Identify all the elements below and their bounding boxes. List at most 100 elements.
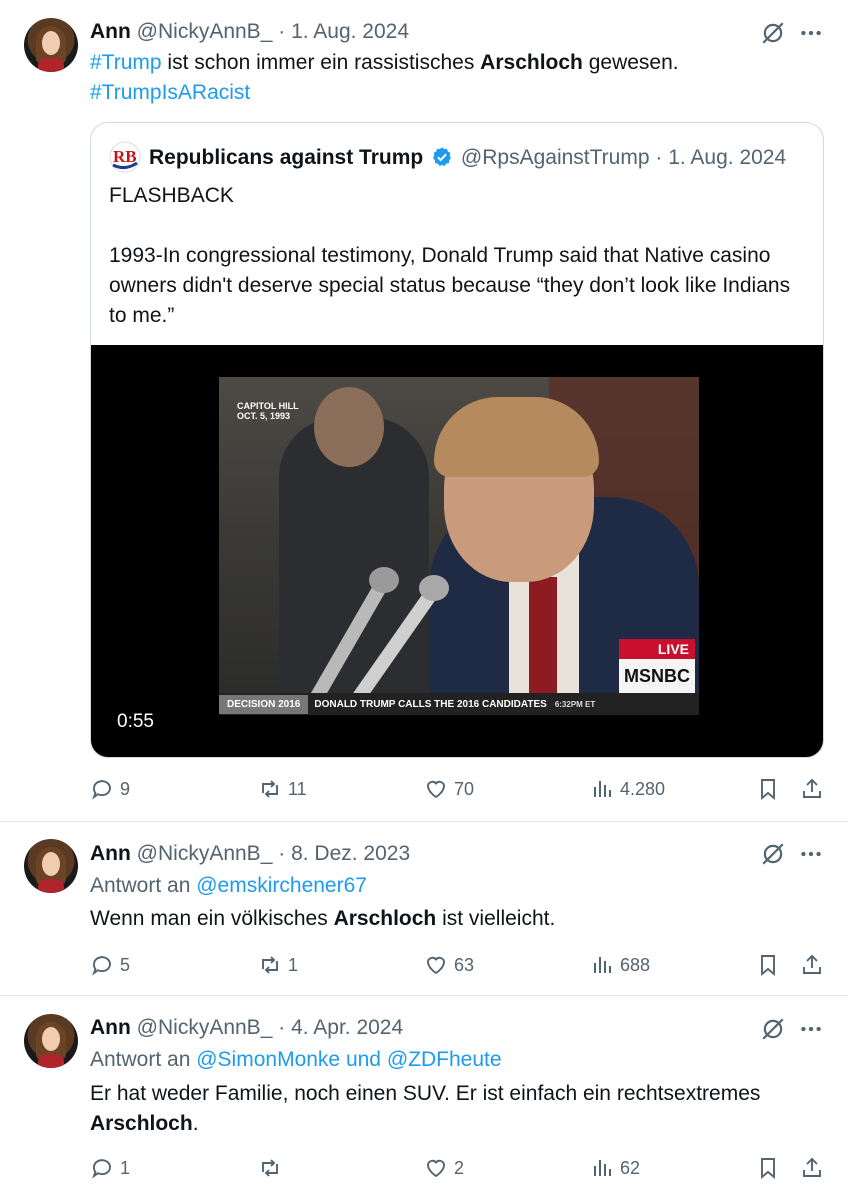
share-button[interactable]: [800, 950, 824, 980]
svg-text:RB: RB: [113, 147, 137, 166]
more-options-icon[interactable]: [798, 20, 824, 46]
like-button[interactable]: 2: [424, 1153, 464, 1183]
views-icon: [594, 957, 611, 973]
quoted-avatar[interactable]: RB: [109, 141, 141, 173]
bookmark-icon: [761, 779, 775, 801]
author-handle[interactable]: @NickyAnnB_: [137, 1016, 273, 1039]
video-duration: 0:55: [109, 709, 162, 735]
repost-icon: [262, 1159, 278, 1177]
ticker-time: 6:32PM ET: [554, 699, 596, 709]
heart-icon: [427, 780, 445, 799]
grok-icon[interactable]: [760, 1016, 786, 1042]
separator: ·: [278, 20, 286, 43]
quoted-author-name[interactable]: Republicans against Trump: [149, 146, 423, 169]
hashtag[interactable]: #TrumpIsARacist: [90, 81, 250, 104]
bookmark-button[interactable]: [756, 774, 780, 804]
bookmark-button[interactable]: [756, 950, 780, 980]
like-count: 63: [454, 954, 475, 975]
tweet-header: Ann @NickyAnnB_ · 8. Dez. 2023: [90, 841, 410, 867]
repost-button[interactable]: [258, 1153, 288, 1183]
tweet-date[interactable]: 8. Dez. 2023: [291, 842, 410, 865]
views-count: 62: [620, 1157, 641, 1178]
tweet-date[interactable]: 1. Aug. 2024: [291, 20, 409, 43]
reply-icon: [92, 780, 111, 800]
quoted-text-line: 1993-In congressional testimony, Donald …: [109, 244, 791, 327]
video-player[interactable]: CAPITOL HILL OCT. 5, 1993 LIVE MSNBC DEC…: [91, 345, 823, 757]
reply-and: und: [340, 1048, 387, 1071]
separator: ·: [655, 146, 663, 169]
avatar[interactable]: [24, 839, 78, 893]
views-icon: [594, 781, 611, 797]
reply-to-handle[interactable]: @ZDFheute: [387, 1048, 502, 1071]
more-options-icon[interactable]: [798, 841, 824, 867]
network-logo: MSNBC: [619, 659, 695, 693]
reply-button[interactable]: 9: [90, 774, 130, 804]
views-button[interactable]: 4.280: [590, 774, 665, 804]
text-segment: ist vielleicht.: [436, 907, 556, 930]
quoted-tweet[interactable]: RB Republicans against Trump @RpsAgainst…: [90, 122, 824, 758]
quoted-handle[interactable]: @RpsAgainstTrump: [461, 146, 650, 169]
ticker-label: DECISION 2016: [219, 694, 309, 714]
reply-to-handle[interactable]: @emskirchener67: [196, 874, 367, 897]
reply-prefix: Antwort an: [90, 1048, 197, 1071]
author-handle[interactable]: @NickyAnnB_: [137, 20, 273, 43]
tweet-header: Ann @NickyAnnB_ · 1. Aug. 2024: [90, 19, 409, 45]
video-frame: CAPITOL HILL OCT. 5, 1993 LIVE MSNBC DEC…: [219, 377, 699, 715]
repost-count: 11: [288, 778, 307, 799]
repost-icon: [262, 956, 278, 974]
tweet-1[interactable]: Ann @NickyAnnB_ · 1. Aug. 2024 #Trump is…: [0, 0, 848, 822]
more-options-icon[interactable]: [798, 1016, 824, 1042]
text-segment: .: [192, 1112, 199, 1135]
reply-icon: [92, 956, 111, 976]
share-icon: [803, 1157, 821, 1177]
reply-prefix: Antwort an: [90, 874, 197, 897]
tweet-3[interactable]: Ann @NickyAnnB_ · 4. Apr. 2024 Antwort a…: [0, 997, 848, 1200]
bookmark-button[interactable]: [756, 1153, 780, 1183]
author-name[interactable]: Ann: [90, 20, 131, 43]
text-bold: Arschloch: [480, 51, 583, 74]
tweet-text: #Trump ist schon immer ein rassistisches…: [90, 48, 820, 108]
grok-icon[interactable]: [760, 20, 786, 46]
separator: ·: [278, 1016, 286, 1039]
reply-icon: [92, 1159, 111, 1179]
video-location-overlay: CAPITOL HILL OCT. 5, 1993: [237, 401, 299, 421]
reply-count: 1: [120, 1157, 131, 1178]
author-handle[interactable]: @NickyAnnB_: [137, 842, 273, 865]
reply-button[interactable]: 1: [90, 1153, 130, 1183]
reply-to-handle[interactable]: @SimonMonke: [196, 1048, 340, 1071]
avatar[interactable]: [24, 1014, 78, 1068]
author-name[interactable]: Ann: [90, 842, 131, 865]
like-button[interactable]: 63: [424, 950, 474, 980]
views-count: 688: [620, 954, 651, 975]
grok-icon[interactable]: [760, 841, 786, 867]
share-icon: [803, 954, 821, 974]
reply-button[interactable]: 5: [90, 950, 130, 980]
views-count: 4.280: [620, 778, 666, 799]
text-segment: Er hat weder Familie, noch einen SUV. Er…: [90, 1082, 761, 1105]
text-bold: Arschloch: [90, 1112, 193, 1135]
text-bold: Arschloch: [333, 907, 437, 930]
heart-icon: [427, 956, 445, 975]
repost-icon: [262, 780, 278, 798]
views-button[interactable]: 688: [590, 950, 650, 980]
repost-button[interactable]: 11: [258, 774, 307, 804]
share-button[interactable]: [800, 1153, 824, 1183]
author-name[interactable]: Ann: [90, 1016, 131, 1039]
views-icon: [594, 1160, 611, 1176]
hashtag[interactable]: #Trump: [90, 51, 162, 74]
tweet-text: Er hat weder Familie, noch einen SUV. Er…: [90, 1079, 820, 1139]
repost-button[interactable]: 1: [258, 950, 298, 980]
like-count: 2: [454, 1157, 465, 1178]
like-button[interactable]: 70: [424, 774, 474, 804]
quoted-text-line: FLASHBACK: [109, 184, 234, 207]
reply-count: 5: [120, 954, 131, 975]
views-button[interactable]: 62: [590, 1153, 640, 1183]
tweet-text: Wenn man ein völkisches Arschloch ist vi…: [90, 904, 820, 934]
tweet-2[interactable]: Ann @NickyAnnB_ · 8. Dez. 2023 Antwort a…: [0, 823, 848, 996]
tweet-date[interactable]: 4. Apr. 2024: [291, 1016, 403, 1039]
avatar[interactable]: [24, 18, 78, 72]
bookmark-icon: [761, 1158, 775, 1180]
share-button[interactable]: [800, 774, 824, 804]
tweet-header: Ann @NickyAnnB_ · 4. Apr. 2024: [90, 1015, 403, 1041]
quoted-date[interactable]: 1. Aug. 2024: [668, 146, 786, 169]
